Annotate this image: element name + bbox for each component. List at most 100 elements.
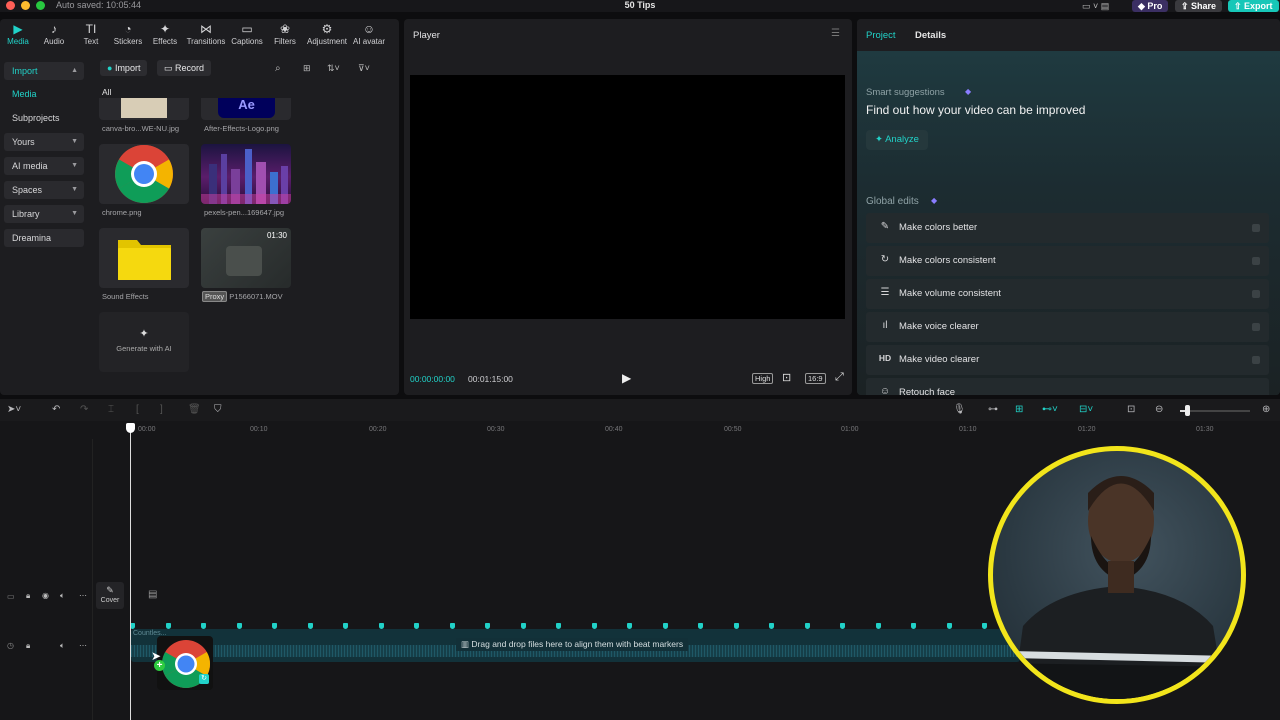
link-icon[interactable]: ⊶ <box>988 404 998 415</box>
beat-marker[interactable] <box>733 623 739 629</box>
layout-icon[interactable]: ▭ ˅ ▤ <box>1082 0 1109 12</box>
toggle-checkbox[interactable] <box>1252 356 1260 364</box>
beat-marker[interactable] <box>769 623 774 629</box>
trim-left-icon[interactable]: [ <box>136 404 139 415</box>
video-preview[interactable] <box>410 75 845 319</box>
preview-icon[interactable]: ⊡ <box>1127 404 1135 415</box>
playhead[interactable] <box>130 429 131 720</box>
speaker-icon[interactable]: 🔈︎ <box>60 641 65 651</box>
redo-icon[interactable]: ↷ <box>80 404 88 415</box>
chain-icon[interactable]: ⊷˅ <box>1042 404 1058 415</box>
time-ruler[interactable] <box>94 421 1280 437</box>
global-edit-make-colors-better[interactable]: ✎ Make colors better <box>866 213 1269 243</box>
media-item-video[interactable]: 01:30 <box>201 228 291 288</box>
select-tool-icon[interactable]: ➤˅ <box>7 404 21 415</box>
sidebar-item-yours[interactable]: Yours ▼ <box>4 133 84 151</box>
beat-marker[interactable] <box>236 623 242 629</box>
global-edit-retouch-face[interactable]: ☺ Retouch face <box>866 378 1269 395</box>
shield-icon[interactable]: ⛉ <box>214 404 222 415</box>
sort-icon[interactable]: ⇅˅ <box>327 63 340 74</box>
zoom-in-icon[interactable]: ⊕ <box>1262 404 1270 415</box>
pro-button[interactable]: ◆ Pro <box>1132 0 1169 12</box>
fullscreen-icon[interactable]: ⤢ <box>835 371 844 384</box>
audio-clip[interactable]: Countles... ▥ Drag and drop files here t… <box>131 629 1020 662</box>
tab-details[interactable]: Details <box>915 30 946 41</box>
zoom-slider-handle[interactable] <box>1185 405 1190 416</box>
beat-marker[interactable] <box>662 623 668 629</box>
toggle-checkbox[interactable] <box>1252 290 1260 298</box>
beat-marker[interactable] <box>556 623 561 629</box>
toggle-checkbox[interactable] <box>1252 257 1260 265</box>
sidebar-item-spaces[interactable]: Spaces ▼ <box>4 181 84 199</box>
global-edit-make-video-clearer[interactable]: HD Make video clearer <box>866 345 1269 375</box>
media-item-sound-effects-folder[interactable] <box>99 228 189 288</box>
beat-marker[interactable] <box>591 623 597 629</box>
delete-icon[interactable]: 🗑 <box>188 404 201 415</box>
cover-button[interactable]: ✎ Cover <box>96 582 124 609</box>
global-edit-make-volume-consistent[interactable]: ☰ Make volume consistent <box>866 279 1269 309</box>
menu-icon[interactable]: ☰ <box>831 28 840 39</box>
share-button[interactable]: ⇪ Share <box>1175 0 1223 12</box>
ratio-selector[interactable]: 16:9 <box>805 373 826 384</box>
import-button[interactable]: ● Import <box>100 60 148 76</box>
beat-marker[interactable] <box>272 623 277 629</box>
filter-icon[interactable]: ⊽˅ <box>358 63 370 74</box>
global-edit-make-colors-consistent[interactable]: ↻ Make colors consistent <box>866 246 1269 276</box>
media-item-city-photo[interactable] <box>201 144 291 204</box>
tool-effects[interactable]: ✦ Effects <box>143 22 187 47</box>
beat-marker[interactable] <box>449 623 455 629</box>
quality-selector[interactable]: High <box>752 373 774 384</box>
beat-marker[interactable] <box>343 623 348 629</box>
generate-with-ai-button[interactable]: ✦ Generate with AI <box>99 312 189 372</box>
search-icon[interactable]: ⌕ <box>275 63 281 74</box>
media-item-chrome[interactable] <box>99 144 189 204</box>
beat-marker[interactable] <box>307 623 313 629</box>
tool-ai-avatar[interactable]: ☺ AI avatar <box>347 22 391 47</box>
beat-marker[interactable] <box>982 623 987 629</box>
speaker-icon[interactable]: 🔈︎ <box>60 591 65 601</box>
beat-marker[interactable] <box>698 623 703 629</box>
zoom-out-icon[interactable]: ⊖ <box>1155 404 1163 415</box>
toggle-checkbox[interactable] <box>1252 224 1260 232</box>
media-item-after-effects[interactable]: Ae <box>201 98 291 120</box>
tool-filters[interactable]: ❀ Filters <box>263 22 307 47</box>
global-edit-make-voice-clearer[interactable]: ıl Make voice clearer <box>866 312 1269 342</box>
split-icon[interactable]: ⌶ <box>108 404 114 415</box>
snapshot-icon[interactable]: ⊡ <box>782 371 791 384</box>
tool-transitions[interactable]: ⋈ Transitions <box>184 22 228 47</box>
beat-marker[interactable] <box>911 623 916 629</box>
media-item-canva[interactable] <box>99 98 189 120</box>
grid-view-icon[interactable]: ⊞ <box>303 63 311 74</box>
beat-marker[interactable] <box>414 623 419 629</box>
beat-dropzone[interactable]: ▥ Drag and drop files here to align them… <box>456 638 689 651</box>
undo-icon[interactable]: ↶ <box>52 404 60 415</box>
beat-marker[interactable] <box>520 623 526 629</box>
lock-icon[interactable]: 🔒︎ <box>26 641 30 651</box>
tab-project[interactable]: Project <box>866 30 896 41</box>
beat-marker[interactable] <box>627 623 632 629</box>
trim-right-icon[interactable]: ] <box>160 404 163 415</box>
sidebar-item-library[interactable]: Library ▼ <box>4 205 84 223</box>
record-button[interactable]: ▭ Record <box>157 60 212 76</box>
beat-marker[interactable] <box>804 623 810 629</box>
analyze-button[interactable]: ✦ Analyze <box>866 130 928 150</box>
sidebar-item-import[interactable]: Import ▲ <box>4 62 84 80</box>
zoom-slider-track[interactable] <box>1180 410 1250 412</box>
magnet-icon[interactable]: ⊞ <box>1015 404 1023 415</box>
beat-marker[interactable] <box>946 623 952 629</box>
align-icon[interactable]: ⊟˅ <box>1079 404 1093 415</box>
sidebar-item-media[interactable]: Media <box>4 85 84 103</box>
beat-marker[interactable] <box>840 623 845 629</box>
microphone-icon[interactable]: 🎙 <box>953 404 966 415</box>
more-icon[interactable]: ⋯ <box>79 641 87 650</box>
export-button[interactable]: ⇧ Export <box>1228 0 1279 12</box>
beat-marker[interactable] <box>201 623 206 629</box>
sidebar-item-subprojects[interactable]: Subprojects <box>4 109 84 127</box>
more-icon[interactable]: ⋯ <box>79 591 87 600</box>
sidebar-item-ai-media[interactable]: AI media ▼ <box>4 157 84 175</box>
sidebar-item-dreamina[interactable]: Dreamina <box>4 229 84 247</box>
beat-marker[interactable] <box>378 623 384 629</box>
beat-marker[interactable] <box>165 623 171 629</box>
eye-icon[interactable]: ◉ <box>42 591 49 600</box>
tool-adjustment[interactable]: ⚙ Adjustment <box>305 22 349 47</box>
